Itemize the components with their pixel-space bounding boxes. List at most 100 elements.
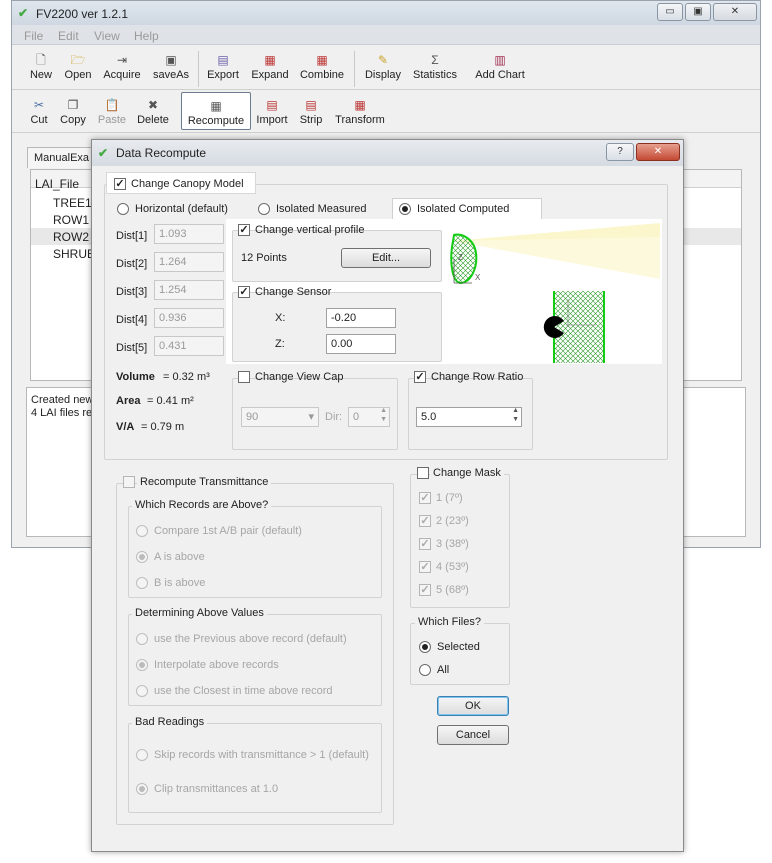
paste-button[interactable]: 📋 Paste — [94, 98, 130, 126]
save-as-button[interactable]: ▣ saveAs — [150, 53, 192, 81]
sensor-x-input[interactable]: -0.20 — [326, 308, 396, 328]
strip-icon: ▤ — [305, 98, 317, 112]
dist-field[interactable]: 0.936 — [154, 308, 224, 328]
spinner-arrows-icon: ▲ ▼ — [380, 407, 387, 423]
mask-checkbox[interactable]: ✓ — [419, 584, 431, 596]
sensor-z-label: Z: — [275, 338, 285, 350]
cancel-button[interactable]: Cancel — [437, 725, 509, 745]
dist-label: Dist[1] — [116, 230, 148, 242]
list-item[interactable]: SHRUB — [53, 247, 95, 261]
new-button[interactable]: 🗋 New — [26, 53, 56, 81]
dist-field[interactable]: 1.254 — [154, 280, 224, 300]
mask-checkbox[interactable]: ✓ — [419, 515, 431, 527]
radio-clip-trans[interactable] — [136, 783, 148, 795]
radio-compare-pair[interactable] — [136, 525, 148, 537]
radio-a-above[interactable] — [136, 551, 148, 563]
expand-button[interactable]: ▦ Expand — [248, 53, 292, 81]
change-vertical-profile-checkbox[interactable]: ✓ — [238, 224, 250, 236]
cut-button[interactable]: ✂ Cut — [26, 98, 52, 126]
radio-isolated-measured-label: Isolated Measured — [276, 203, 367, 215]
transform-button[interactable]: ▦ Transform — [334, 98, 386, 126]
mask-label: 1 (7º) — [436, 492, 463, 504]
radio-skip-records[interactable] — [136, 749, 148, 761]
list-item[interactable]: ROW1 — [53, 213, 89, 227]
recompute-transmittance-checkbox[interactable] — [123, 476, 135, 488]
dir-label: Dir: — [325, 411, 343, 423]
radio-use-previous[interactable] — [136, 633, 148, 645]
acquire-button[interactable]: ⇥ Acquire — [100, 53, 144, 81]
combine-icon: ▦ — [316, 53, 328, 67]
radio-interpolate[interactable] — [136, 659, 148, 671]
copy-button[interactable]: ❐ Copy — [58, 98, 88, 126]
dist-label: Dist[2] — [116, 258, 148, 270]
ok-button[interactable]: OK — [437, 696, 509, 716]
folder-icon: 🗁 — [70, 53, 86, 67]
open-button[interactable]: 🗁 Open — [62, 53, 94, 81]
help-button[interactable]: ? — [606, 143, 634, 161]
list-item[interactable]: ROW2 — [53, 230, 89, 244]
change-row-ratio-checkbox[interactable]: ✓ — [414, 371, 426, 383]
view-cap-select[interactable]: 90 ▾ — [241, 407, 319, 427]
display-button[interactable]: ✎ Display — [362, 53, 404, 81]
strip-button[interactable]: ▤ Strip — [296, 98, 326, 126]
radio-isolated-measured[interactable] — [258, 203, 270, 215]
mask-checkbox[interactable]: ✓ — [419, 561, 431, 573]
delete-button[interactable]: ✖ Delete — [134, 98, 172, 126]
change-sensor-checkbox[interactable]: ✓ — [238, 286, 250, 298]
menu-bar: File Edit View Help — [12, 25, 760, 45]
save-icon: ▣ — [165, 53, 177, 67]
minimize-button[interactable]: ▭ — [657, 3, 683, 21]
menu-view[interactable]: View — [94, 29, 120, 43]
data-recompute-dialog: ✔ Data Recompute ? ✕ ✓ Change Canopy Mod… — [91, 139, 684, 852]
acquire-icon: ⇥ — [116, 53, 128, 67]
a-above-label: A is above — [154, 551, 205, 563]
menu-help[interactable]: Help — [134, 29, 159, 43]
dist-field[interactable]: 0.431 — [154, 336, 224, 356]
recompute-button[interactable]: ▦ Recompute — [181, 92, 251, 130]
which-files-label: Which Files? — [415, 616, 484, 628]
scissors-icon: ✂ — [33, 98, 45, 112]
main-titlebar: ✔ FV2200 ver 1.2.1 ▭ ▣ ✕ — [12, 1, 760, 25]
dist-field[interactable]: 1.264 — [154, 252, 224, 272]
mask-checkbox[interactable]: ✓ — [419, 492, 431, 504]
row-ratio-spinner[interactable]: 5.0 ▲ ▼ — [416, 407, 522, 427]
statistics-button[interactable]: Σ Statistics — [410, 53, 460, 81]
radio-all-files[interactable] — [419, 664, 431, 676]
menu-file[interactable]: File — [24, 29, 43, 43]
mask-checkbox[interactable]: ✓ — [419, 538, 431, 550]
change-canopy-model-label: Change Canopy Model — [131, 178, 244, 190]
selected-files-label: Selected — [437, 641, 480, 653]
radio-b-above[interactable] — [136, 577, 148, 589]
change-mask-checkbox[interactable] — [417, 467, 429, 479]
radio-selected-files[interactable] — [419, 641, 431, 653]
add-chart-button[interactable]: ▥ Add Chart — [474, 53, 526, 81]
change-row-ratio-label: Change Row Ratio — [431, 371, 524, 383]
list-item[interactable]: TREE1 — [53, 196, 92, 210]
radio-isolated-computed[interactable] — [399, 203, 411, 215]
points-count: 12 Points — [241, 252, 287, 264]
delete-x-icon: ✖ — [147, 98, 159, 112]
change-view-cap-checkbox[interactable] — [238, 371, 250, 383]
dir-spinner[interactable]: 0 ▲ ▼ — [348, 407, 390, 427]
radio-use-closest[interactable] — [136, 685, 148, 697]
profile-axis-x: X — [475, 273, 481, 282]
va-label: V/A — [116, 421, 135, 433]
va-value: = 0.79 m — [141, 421, 185, 433]
dist-field[interactable]: 1.093 — [154, 224, 224, 244]
export-button[interactable]: ▤ Export — [202, 53, 244, 81]
maximize-button[interactable]: ▣ — [685, 3, 711, 21]
log-line: 4 LAI files re — [31, 407, 93, 419]
recompute-transmittance-label: Recompute Transmittance — [137, 476, 272, 488]
new-file-icon: 🗋 — [36, 53, 46, 67]
edit-profile-button[interactable]: Edit... — [341, 248, 431, 268]
dialog-close-button[interactable]: ✕ — [636, 143, 680, 161]
sensor-z-input[interactable]: 0.00 — [326, 334, 396, 354]
menu-edit[interactable]: Edit — [58, 29, 79, 43]
paste-icon: 📋 — [104, 98, 120, 112]
import-button[interactable]: ▤ Import — [254, 98, 290, 126]
combine-button[interactable]: ▦ Combine — [298, 53, 346, 81]
main-close-button[interactable]: ✕ — [713, 3, 757, 21]
change-canopy-model-checkbox[interactable]: ✓ — [114, 178, 126, 190]
spinner-arrows-icon: ▲ ▼ — [512, 407, 519, 423]
radio-horizontal[interactable] — [117, 203, 129, 215]
